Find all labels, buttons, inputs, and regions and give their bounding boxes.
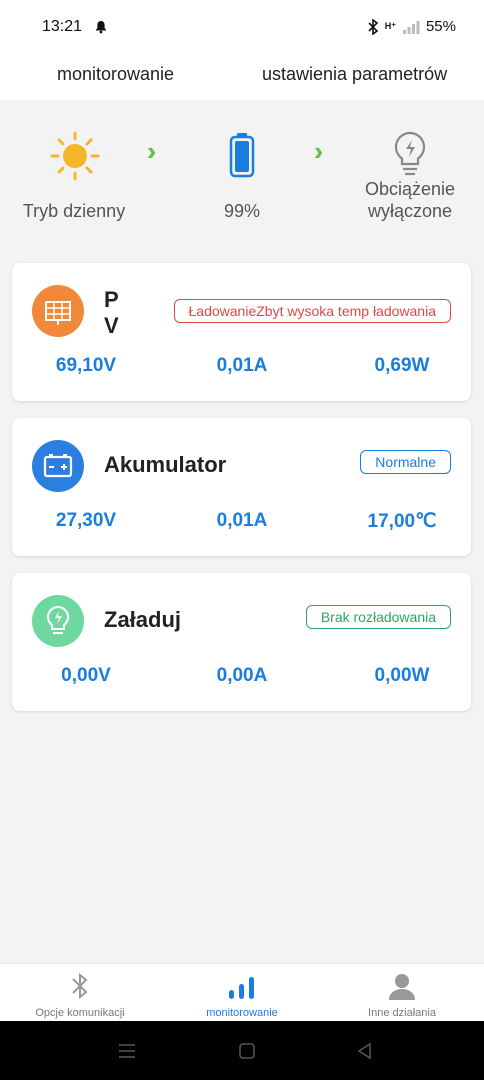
status-bar: 13:21 H⁺ 55% [0, 0, 484, 56]
load-lightbulb-icon [32, 595, 84, 647]
nav-inne-dzialania-label: Inne działania [368, 1007, 436, 1019]
load-bulb-icon [394, 131, 426, 176]
system-navigation-bar [0, 1021, 484, 1080]
battery-card[interactable]: Akumulator Normalne 27,30V 0,01A 17,00℃ [12, 418, 471, 556]
solar-panel-icon [32, 285, 84, 337]
nav-monitorowanie-label: monitorowanie [206, 1007, 278, 1019]
status-time: 13:21 [42, 18, 83, 35]
sun-icon [50, 131, 100, 181]
home-icon[interactable] [237, 1041, 257, 1061]
mode-label: Tryb dzienny [22, 201, 126, 221]
signal-icon [402, 20, 420, 34]
load-metrics: 0,00V 0,00A 0,00W [12, 665, 471, 695]
load-status: Obciążenie wyłączone [348, 178, 472, 222]
nav-monitorowanie[interactable]: monitorowanie [162, 972, 322, 1019]
load-status-line2: wyłączone [367, 201, 453, 221]
pv-title: P V [104, 287, 119, 339]
pv-status-badge: ŁadowanieZbyt wysoka temp ładowania [173, 299, 451, 323]
back-icon[interactable] [355, 1041, 375, 1061]
pv-title-line1: P [104, 287, 119, 312]
nav-inne-dzialania[interactable]: Inne działania [322, 972, 482, 1019]
battery-pack-icon [32, 440, 84, 492]
pv-metrics: 69,10V 0,01A 0,69W [12, 355, 471, 385]
load-voltage: 0,00V [61, 665, 111, 686]
load-current: 0,00A [216, 665, 268, 686]
menu-icon[interactable] [117, 1041, 137, 1061]
network-type: H⁺ [384, 21, 396, 31]
load-card[interactable]: Załaduj Brak rozładowania 0,00V 0,00A 0,… [12, 573, 471, 711]
battery-temperature: 17,00℃ [367, 511, 437, 532]
tab-ustawienia-parametrow[interactable]: ustawienia parametrów [262, 64, 447, 85]
load-status-line1: Obciążenie [364, 179, 456, 199]
load-status-badge: Brak rozładowania [305, 605, 451, 629]
pv-card[interactable]: P V ŁadowanieZbyt wysoka temp ładowania … [12, 263, 471, 401]
flow-arrow-icon: ›› [314, 136, 326, 166]
pv-title-line2: V [104, 313, 119, 338]
battery-percent: 55% [425, 18, 456, 35]
status-indicators: H⁺ 55% [367, 18, 456, 35]
bars-icon [229, 977, 254, 999]
bottom-navigation: Opcje komunikacji monitorowanie Inne dzi… [0, 963, 484, 1022]
bluetooth-icon [72, 972, 88, 1000]
system-overview: ›› ›› Tryb dzienny 99% Obciążenie wyłącz… [0, 120, 484, 240]
battery-status-badge: Normalne [360, 450, 451, 474]
pv-voltage: 69,10V [55, 355, 117, 376]
pv-power: 0,69W [374, 355, 430, 376]
load-power: 0,00W [374, 665, 430, 686]
pv-current: 0,01A [216, 355, 268, 376]
nav-opcje-komunikacji[interactable]: Opcje komunikacji [0, 972, 160, 1019]
battery-voltage: 27,30V [55, 510, 117, 531]
flow-arrow-icon: ›› [147, 136, 159, 166]
battery-current: 0,01A [216, 510, 268, 531]
user-icon [389, 974, 415, 1000]
battery-title: Akumulator [104, 452, 227, 477]
top-navigation: monitorowanie ustawienia parametrów [0, 56, 484, 100]
tab-monitorowanie[interactable]: monitorowanie [57, 64, 174, 85]
load-title: Załaduj [104, 607, 182, 632]
bluetooth-status-icon [368, 18, 378, 35]
nav-opcje-komunikacji-label: Opcje komunikacji [35, 1007, 125, 1019]
battery-metrics: 27,30V 0,01A 17,00℃ [12, 510, 471, 540]
notification-bell-icon [96, 21, 106, 34]
battery-icon [229, 133, 255, 178]
battery-level: 99% [223, 201, 261, 221]
